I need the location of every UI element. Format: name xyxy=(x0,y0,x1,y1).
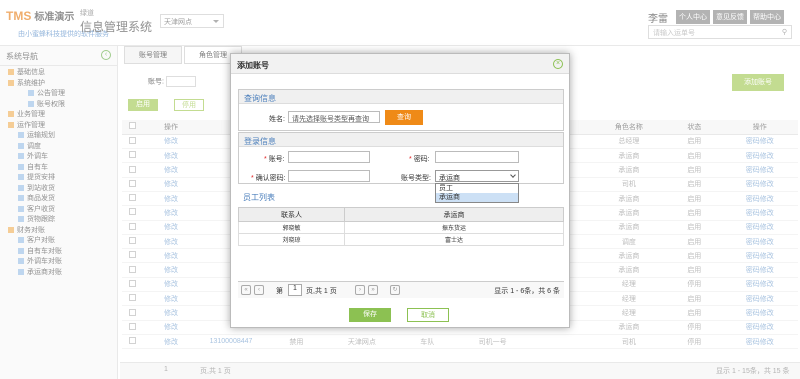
staff-pager: « ‹ 第 1 页,共 1 页 › » ↻ 显示 1 - 6条，共 6 条 xyxy=(238,281,564,298)
login-section-title: 登录信息 xyxy=(239,133,563,147)
prev-page-icon[interactable]: ‹ xyxy=(254,285,264,295)
name-label: 姓名: xyxy=(269,116,285,123)
account-type-dropdown: 员工 承运商 xyxy=(435,183,519,203)
page-total: 页,共 1 页 xyxy=(306,288,337,295)
add-account-dialog: 添加账号 × 查询信息 姓名: 请先选择账号类型再查询 查询 登录信息 * 账号… xyxy=(230,53,570,328)
save-button[interactable]: 保存 xyxy=(349,308,391,322)
first-page-icon[interactable]: « xyxy=(241,285,251,295)
table-row[interactable]: 郭晓敏 振东货运 xyxy=(238,221,564,234)
column-header-contact: 联系人 xyxy=(238,207,345,222)
staff-table: 联系人 承运商 郭晓敏 振东货运 刘晓琼 富士达 xyxy=(238,207,564,246)
table-row[interactable]: 刘晓琼 富士达 xyxy=(238,233,564,246)
password-label: * 密码: xyxy=(409,156,430,163)
password-input[interactable] xyxy=(435,151,519,163)
query-button[interactable]: 查询 xyxy=(385,110,423,125)
account-type-select[interactable]: 承运商 xyxy=(435,170,519,182)
name-input[interactable]: 请先选择账号类型再查询 xyxy=(288,111,380,123)
next-page-icon[interactable]: › xyxy=(355,285,365,295)
option-employee[interactable]: 员工 xyxy=(436,184,518,193)
account-label: * 账号: xyxy=(264,156,285,163)
account-type-label: 账号类型: xyxy=(401,175,431,182)
option-carrier[interactable]: 承运商 xyxy=(436,193,518,202)
cancel-button[interactable]: 取消 xyxy=(407,308,449,322)
last-page-icon[interactable]: » xyxy=(368,285,378,295)
page-input[interactable]: 1 xyxy=(288,284,302,296)
refresh-icon[interactable]: ↻ xyxy=(390,285,400,295)
column-header-carrier: 承运商 xyxy=(344,207,564,222)
dialog-title: 添加账号 xyxy=(231,54,569,74)
staff-list-title: 员工列表 xyxy=(243,193,275,202)
account-input[interactable] xyxy=(288,151,370,163)
close-icon[interactable]: × xyxy=(553,59,563,69)
confirm-password-input[interactable] xyxy=(288,170,370,182)
confirm-password-label: * 确认密码: xyxy=(251,175,286,182)
page-label: 第 xyxy=(276,288,283,295)
query-section-title: 查询信息 xyxy=(239,90,563,104)
page-info: 显示 1 - 6条，共 6 条 xyxy=(494,288,560,295)
